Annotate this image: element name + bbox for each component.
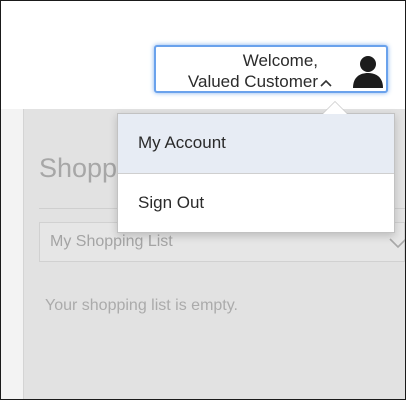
shopping-list-select-value: My Shopping List [50, 233, 173, 250]
welcome-text: Welcome, [242, 51, 318, 70]
header-bar: Welcome, Valued Customer [1, 1, 405, 109]
page-title: Shopp [39, 153, 118, 183]
account-menu-toggle[interactable]: Welcome, Valued Customer [154, 45, 388, 93]
empty-list-message: Your shopping list is empty. [45, 297, 238, 314]
user-avatar-icon [353, 56, 383, 88]
account-dropdown-menu: My Account Sign Out [117, 113, 395, 233]
customer-name: Valued Customer [187, 72, 318, 91]
menu-item-my-account[interactable]: My Account [118, 114, 394, 173]
dropdown-caret [323, 102, 347, 114]
app-frame: Welcome, Valued Customer Shopp My Shoppi… [0, 0, 406, 400]
menu-item-sign-out[interactable]: Sign Out [118, 173, 394, 232]
chevron-up-icon [320, 79, 332, 87]
chevron-down-icon [389, 238, 405, 249]
